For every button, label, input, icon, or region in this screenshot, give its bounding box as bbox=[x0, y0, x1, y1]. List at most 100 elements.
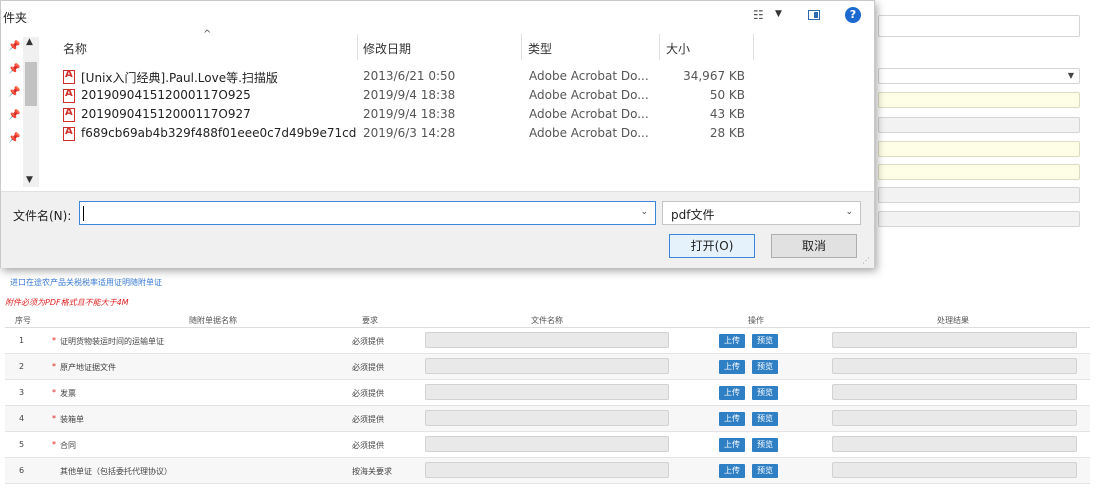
nav-scrollbar[interactable]: ▲ ▼ bbox=[23, 37, 39, 187]
chevron-down-icon[interactable]: ⌄ bbox=[640, 207, 648, 217]
file-row[interactable]: 201909041512000117O925 2019/9/4 18:38 Adob… bbox=[63, 87, 753, 105]
row-file-field[interactable] bbox=[425, 462, 669, 478]
pdf-file-icon bbox=[63, 126, 75, 141]
file-type: Adobe Acrobat Do... bbox=[529, 69, 649, 83]
table-row: 3 * 发票 必须提供 上传 预览 bbox=[5, 380, 1090, 406]
view-options-icon[interactable]: ☷ bbox=[753, 8, 764, 22]
preview-button[interactable]: 预览 bbox=[752, 464, 778, 478]
row-doc-name: 原产地证据文件 bbox=[60, 363, 116, 372]
row-requirement: 必须提供 bbox=[352, 337, 384, 346]
col-doc-name: 随附单据名称 bbox=[189, 316, 237, 325]
file-size: 28 KB bbox=[709, 126, 745, 140]
pin-icon[interactable]: 📌 bbox=[8, 133, 20, 144]
help-icon[interactable]: ? bbox=[845, 7, 861, 23]
row-index: 1 bbox=[19, 336, 25, 345]
table-row: 4 * 装箱单 必须提供 上传 预览 bbox=[5, 406, 1090, 432]
table-row: 2 * 原产地证据文件 必须提供 上传 预览 bbox=[5, 354, 1090, 380]
file-size: 43 KB bbox=[709, 107, 745, 121]
file-date: 2013/6/21 0:50 bbox=[363, 69, 456, 83]
required-marker: * bbox=[52, 414, 56, 423]
bg-select[interactable]: ▼ bbox=[878, 68, 1080, 84]
upload-button[interactable]: 上传 bbox=[719, 438, 745, 452]
dialog-footer: 文件名(N): ⌄ pdf文件 ⌄ 打开(O) 取消 ⋰ bbox=[1, 191, 874, 268]
row-result-field bbox=[832, 436, 1077, 452]
text-caret bbox=[83, 206, 84, 221]
file-name: [Unix入门经典].Paul.Love等.扫描版 bbox=[81, 71, 278, 85]
chevron-down-icon[interactable]: ▼ bbox=[26, 175, 33, 185]
file-row[interactable]: [Unix入门经典].Paul.Love等.扫描版 2013/6/21 0:50 A… bbox=[63, 68, 753, 86]
pin-icon[interactable]: 📌 bbox=[8, 87, 20, 98]
table-header: 序号 随附单据名称 要求 文件名称 操作 处理结果 bbox=[5, 311, 1090, 328]
preview-button[interactable]: 预览 bbox=[752, 386, 778, 400]
column-divider[interactable] bbox=[521, 34, 522, 60]
bg-input-2[interactable] bbox=[878, 92, 1080, 108]
pin-icon[interactable]: 📌 bbox=[8, 64, 20, 75]
row-result-field bbox=[832, 462, 1077, 478]
filetype-value: pdf文件 bbox=[671, 208, 715, 222]
pin-icon[interactable]: 📌 bbox=[8, 41, 20, 52]
upload-button[interactable]: 上传 bbox=[719, 386, 745, 400]
column-size[interactable]: 大小 bbox=[666, 40, 690, 57]
bg-input-5[interactable] bbox=[878, 164, 1080, 180]
row-doc-name: 其他单证（包括委托代理协议） bbox=[60, 467, 172, 476]
preview-button[interactable]: 预览 bbox=[752, 334, 778, 348]
column-divider[interactable] bbox=[659, 34, 660, 60]
row-index: 5 bbox=[19, 440, 25, 449]
file-date: 2019/6/3 14:28 bbox=[363, 126, 456, 140]
preview-button[interactable]: 预览 bbox=[752, 438, 778, 452]
resize-grip-icon[interactable]: ⋰ bbox=[862, 256, 870, 265]
row-file-field[interactable] bbox=[425, 410, 669, 426]
filetype-select[interactable]: pdf文件 ⌄ bbox=[662, 201, 861, 225]
table-row: 1 * 证明货物装运时间的运输单证 必须提供 上传 预览 bbox=[5, 328, 1090, 354]
row-index: 3 bbox=[19, 388, 25, 397]
chevron-up-icon[interactable]: ▲ bbox=[26, 37, 33, 47]
col-file-name: 文件名称 bbox=[531, 316, 563, 325]
column-divider[interactable] bbox=[357, 34, 358, 60]
bg-input-4[interactable] bbox=[878, 141, 1080, 157]
file-row[interactable]: 201909041512000117O927 2019/9/4 18:38 Adob… bbox=[63, 106, 753, 124]
pdf-file-icon bbox=[63, 88, 75, 103]
upload-button[interactable]: 上传 bbox=[719, 464, 745, 478]
table-row: 6 其他单证（包括委托代理协议） 按海关要求 上传 预览 bbox=[5, 458, 1090, 484]
chevron-down-icon: ▼ bbox=[1067, 71, 1074, 80]
pdf-file-icon bbox=[63, 69, 75, 84]
upload-button[interactable]: 上传 bbox=[719, 412, 745, 426]
row-file-field[interactable] bbox=[425, 332, 669, 348]
file-date: 2019/9/4 18:38 bbox=[363, 107, 456, 121]
upload-button[interactable]: 上传 bbox=[719, 360, 745, 374]
row-file-field[interactable] bbox=[425, 358, 669, 374]
filename-label: 文件名(N): bbox=[13, 209, 72, 223]
col-action: 操作 bbox=[748, 316, 764, 325]
cancel-button[interactable]: 取消 bbox=[771, 234, 857, 258]
bg-input-7[interactable] bbox=[878, 211, 1080, 227]
pin-icon[interactable]: 📌 bbox=[8, 110, 20, 121]
chevron-down-icon[interactable]: ▼ bbox=[775, 9, 782, 19]
section-link[interactable]: 进口在途农产品关税税率适用证明随附单证 bbox=[10, 277, 162, 288]
column-type[interactable]: 类型 bbox=[528, 40, 552, 57]
file-row[interactable]: f689cb69ab4b329f488f01eee0c7d49b9e71cd 20… bbox=[63, 125, 753, 143]
column-name[interactable]: 名称 bbox=[63, 40, 87, 57]
required-marker: * bbox=[52, 336, 56, 345]
preview-pane-icon[interactable] bbox=[808, 10, 820, 20]
bg-input-3[interactable] bbox=[878, 117, 1080, 133]
scroll-thumb[interactable] bbox=[25, 62, 37, 106]
col-index: 序号 bbox=[15, 316, 31, 325]
upload-warning: 附件必须为PDF格式且不能大于4M bbox=[5, 298, 129, 307]
pdf-file-icon bbox=[63, 107, 75, 122]
preview-button[interactable]: 预览 bbox=[752, 360, 778, 374]
column-divider[interactable] bbox=[753, 34, 754, 60]
row-file-field[interactable] bbox=[425, 384, 669, 400]
column-date[interactable]: 修改日期 bbox=[363, 40, 411, 57]
row-doc-name: 合同 bbox=[60, 441, 76, 450]
bg-input-1[interactable] bbox=[878, 15, 1080, 37]
upload-button[interactable]: 上传 bbox=[719, 334, 745, 348]
row-doc-name: 发票 bbox=[60, 389, 76, 398]
row-doc-name: 装箱单 bbox=[60, 415, 84, 424]
row-result-field bbox=[832, 410, 1077, 426]
preview-button[interactable]: 预览 bbox=[752, 412, 778, 426]
filename-input[interactable]: ⌄ bbox=[79, 201, 656, 225]
row-file-field[interactable] bbox=[425, 436, 669, 452]
row-index: 2 bbox=[19, 362, 25, 371]
open-button[interactable]: 打开(O) bbox=[669, 234, 755, 258]
bg-input-6[interactable] bbox=[878, 187, 1080, 203]
